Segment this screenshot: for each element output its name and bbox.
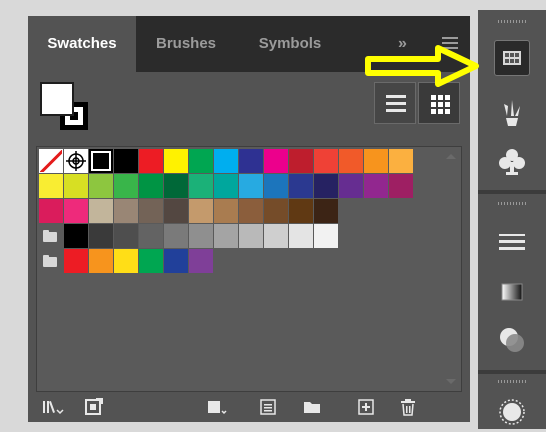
dock-group-1 [478,10,546,190]
swatch-none[interactable] [39,149,63,173]
new-color-group-icon[interactable] [302,398,322,416]
color-swatch[interactable] [164,249,188,273]
color-swatch[interactable] [139,149,163,173]
dock-gradient-button[interactable] [494,274,530,310]
color-swatch[interactable] [164,149,188,173]
color-swatch[interactable] [89,199,113,223]
dock-transparency-button[interactable] [494,322,530,358]
color-swatch[interactable] [139,199,163,223]
color-swatch[interactable] [314,174,338,198]
tab-symbols[interactable]: Symbols [240,16,340,72]
color-swatch[interactable] [364,174,388,198]
color-swatch[interactable] [214,174,238,198]
color-swatch[interactable] [164,174,188,198]
dock-swatches-button[interactable] [494,40,530,76]
color-swatch[interactable] [289,174,313,198]
color-swatch[interactable] [139,174,163,198]
color-swatch[interactable] [139,224,163,248]
color-swatch[interactable] [189,249,213,273]
tab-swatches[interactable]: Swatches [28,16,136,72]
color-swatch[interactable] [189,199,213,223]
swatch-white[interactable] [89,149,113,173]
dock-symbols-button[interactable] [494,144,530,180]
color-swatch[interactable] [239,224,263,248]
color-swatch[interactable] [114,199,138,223]
color-swatch[interactable] [314,149,338,173]
color-swatch[interactable] [239,174,263,198]
dock-grip[interactable] [498,20,526,23]
color-swatch[interactable] [239,149,263,173]
yellow-arrow-annotation-icon [365,45,479,87]
collapsed-panel-dock [478,10,546,429]
dock-group-3 [478,374,546,429]
color-swatch[interactable] [39,199,63,223]
color-group-folder-icon[interactable] [39,249,63,273]
swatch-registration[interactable] [64,149,88,173]
swatch-libraries-icon[interactable] [42,398,64,416]
color-swatch[interactable] [114,174,138,198]
dock-group-2 [478,194,546,370]
color-swatch[interactable] [289,149,313,173]
color-swatch[interactable] [64,199,88,223]
color-swatch[interactable] [264,174,288,198]
dock-grip[interactable] [498,202,526,205]
color-swatch[interactable] [64,224,88,248]
color-swatch[interactable] [114,249,138,273]
color-group-folder-icon[interactable] [39,224,63,248]
place-swatches-icon[interactable] [84,397,104,416]
thumbnail-view-button[interactable] [418,82,460,124]
color-swatch[interactable] [289,224,313,248]
color-swatch[interactable] [289,199,313,223]
color-swatch[interactable] [114,224,138,248]
dock-stroke-button[interactable] [494,224,530,260]
color-swatch[interactable] [64,249,88,273]
color-swatch[interactable] [114,149,138,173]
fill-swatch[interactable] [40,82,74,116]
dock-appearance-button[interactable] [494,396,530,432]
color-swatch[interactable] [264,224,288,248]
color-swatch[interactable] [64,174,88,198]
color-swatch[interactable] [339,149,363,173]
view-toggle [374,82,468,126]
color-swatch[interactable] [139,249,163,273]
color-swatch[interactable] [389,174,413,198]
color-swatch[interactable] [89,249,113,273]
color-swatch[interactable] [189,149,213,173]
scrollbar[interactable] [442,148,458,390]
color-swatch[interactable] [339,174,363,198]
color-swatch[interactable] [264,149,288,173]
show-swatch-kinds-icon[interactable] [206,398,227,416]
scroll-down-icon[interactable] [446,379,456,384]
color-swatch[interactable] [214,224,238,248]
color-swatch[interactable] [89,174,113,198]
color-swatch[interactable] [214,149,238,173]
color-swatch[interactable] [164,199,188,223]
color-swatch[interactable] [214,199,238,223]
fill-stroke-indicator [40,82,96,138]
dock-grip[interactable] [498,380,526,383]
color-swatch[interactable] [314,199,338,223]
dock-brushes-button[interactable] [494,94,530,130]
color-swatch[interactable] [264,199,288,223]
tab-brushes[interactable]: Brushes [136,16,236,72]
new-swatch-icon[interactable] [356,398,376,416]
color-swatch[interactable] [164,224,188,248]
scroll-up-icon[interactable] [446,154,456,159]
color-swatch[interactable] [189,224,213,248]
list-view-button[interactable] [374,82,416,124]
color-swatch[interactable] [364,149,388,173]
bottom-toolbar [28,392,470,422]
swatch-grid [36,146,462,392]
color-swatch[interactable] [314,224,338,248]
color-swatch[interactable] [89,224,113,248]
swatch-options-icon[interactable] [258,398,278,416]
color-swatch[interactable] [189,174,213,198]
color-swatch[interactable] [239,199,263,223]
delete-swatch-icon[interactable] [398,398,418,416]
color-swatch[interactable] [389,149,413,173]
color-swatch[interactable] [39,174,63,198]
